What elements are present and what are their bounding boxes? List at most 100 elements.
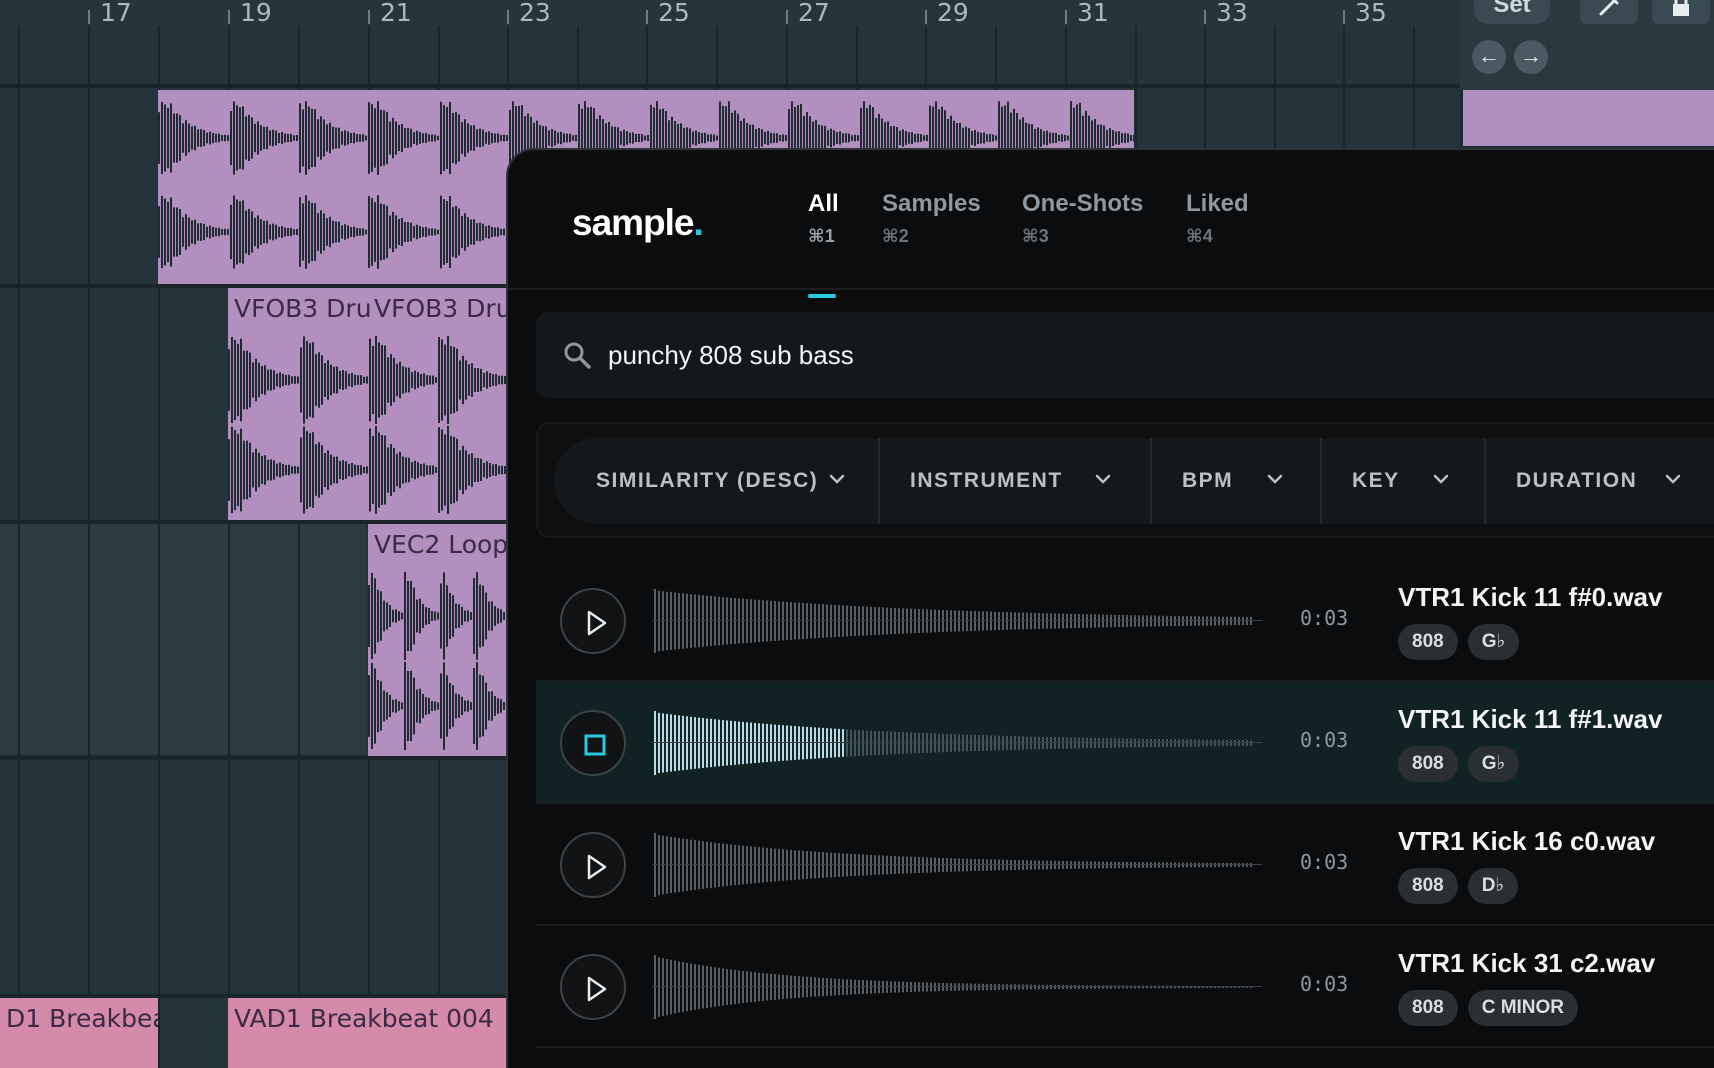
clip-label: D1 Breakbea xyxy=(6,1004,158,1033)
tab-one-shots[interactable]: One-Shots ⌘3 xyxy=(1022,190,1143,247)
search-bar[interactable] xyxy=(536,312,1714,398)
key-tag[interactable]: G♭ xyxy=(1467,746,1520,782)
arrow-left-icon[interactable]: ← xyxy=(1472,40,1506,74)
key-tag[interactable]: C MINOR xyxy=(1467,990,1579,1026)
key-filter-dropdown[interactable]: KEY xyxy=(1322,438,1486,524)
play-button[interactable] xyxy=(560,588,626,654)
sample-waveform[interactable] xyxy=(652,702,1262,784)
ruler-bar-number: 17 xyxy=(100,0,132,27)
tag-list: 808 D♭ xyxy=(1398,868,1519,904)
ruler-bar-number: 35 xyxy=(1355,0,1387,27)
instrument-filter-dropdown[interactable]: INSTRUMENT xyxy=(880,438,1152,524)
sample-row[interactable]: 0:03 VTR1 Kick 31 c2.wav 808 C MINOR xyxy=(536,926,1714,1048)
play-icon xyxy=(587,854,607,880)
ruler-tick xyxy=(786,10,788,24)
instrument-tag[interactable]: 808 xyxy=(1398,990,1458,1026)
draw-tool-icon[interactable] xyxy=(1580,0,1638,24)
set-button[interactable]: Set xyxy=(1474,0,1550,24)
sample-browser-panel: sample. All ⌘1 Samples ⌘2 One-Shots ⌘3 L… xyxy=(506,148,1714,1068)
sample-filename: VTR1 Kick 16 c0.wav xyxy=(1398,826,1656,856)
instrument-tag[interactable]: 808 xyxy=(1398,624,1458,660)
ruler-bar-number: 25 xyxy=(658,0,690,27)
filter-container: SIMILARITY (DESC) INSTRUMENT BPM KEY DUR… xyxy=(536,422,1714,538)
key-tag[interactable]: G♭ xyxy=(1467,624,1520,660)
filter-label: INSTRUMENT xyxy=(910,469,1063,492)
tab-label: Liked xyxy=(1186,190,1249,217)
play-button[interactable] xyxy=(560,832,626,898)
audio-clip-breakbeat[interactable]: D1 Breakbea xyxy=(0,998,158,1068)
grid-line xyxy=(18,26,20,1068)
app-window: 17 19 21 23 25 27 29 31 33 35 VFOB3 Dru … xyxy=(0,0,1714,1068)
arrow-right-icon[interactable]: → xyxy=(1514,40,1548,74)
chevron-down-icon xyxy=(829,474,845,484)
sample-row-playing[interactable]: 0:03 VTR1 Kick 11 f#1.wav 808 G♭ xyxy=(536,682,1714,804)
ruler-tick xyxy=(1065,10,1067,24)
tab-label: One-Shots xyxy=(1022,190,1144,217)
filter-label: SIMILARITY (DESC) xyxy=(596,469,819,492)
instrument-tag[interactable]: 808 xyxy=(1398,868,1458,904)
search-input[interactable] xyxy=(608,330,1408,380)
audio-clip-breakbeat[interactable]: VAD1 Breakbeat 004 xyxy=(228,998,508,1068)
ruler-bar-number: 23 xyxy=(519,0,551,27)
ruler-bar-number: 21 xyxy=(380,0,412,27)
tab-label: All xyxy=(808,190,839,217)
filter-label: DURATION xyxy=(1516,469,1638,492)
sample-row[interactable]: 0:03 VTR1 Kick 11 f#0.wav 808 G♭ xyxy=(536,560,1714,682)
ruler-tick xyxy=(88,10,90,24)
sample-duration: 0:03 xyxy=(1300,728,1349,752)
ruler-tick xyxy=(646,10,648,24)
lock-icon[interactable] xyxy=(1652,0,1710,24)
tab-all[interactable]: All ⌘1 xyxy=(808,190,839,298)
sample-duration: 0:03 xyxy=(1300,972,1349,996)
sample-row[interactable]: 0:03 VTR1 Kick 16 c0.wav 808 D♭ xyxy=(536,804,1714,926)
clip-label: VAD1 Breakbeat 004 xyxy=(234,1004,494,1033)
ruler-tick xyxy=(507,10,509,24)
stop-icon xyxy=(584,734,606,756)
clip-label: VEC2 Loop xyxy=(374,530,508,559)
audio-clip-vec2[interactable]: VEC2 Loop xyxy=(368,524,508,756)
tag-list: 808 G♭ xyxy=(1398,624,1520,660)
track-separator xyxy=(0,84,1460,88)
sample-filename: VTR1 Kick 11 f#0.wav xyxy=(1398,582,1663,612)
clip-label: VFOB3 Dru xyxy=(374,294,508,323)
stop-button[interactable] xyxy=(560,710,626,776)
tab-shortcut: ⌘2 xyxy=(882,226,909,246)
audio-clip[interactable] xyxy=(1463,90,1714,146)
tab-liked[interactable]: Liked ⌘4 xyxy=(1186,190,1249,247)
duration-filter-dropdown[interactable]: DURATION xyxy=(1486,438,1706,524)
ruler-bar-number: 29 xyxy=(937,0,969,27)
tab-shortcut: ⌘1 xyxy=(808,226,835,246)
instrument-tag[interactable]: 808 xyxy=(1398,746,1458,782)
play-button[interactable] xyxy=(560,954,626,1020)
sample-waveform[interactable] xyxy=(652,824,1262,906)
tag-list: 808 C MINOR xyxy=(1398,990,1579,1026)
grid-line xyxy=(88,26,90,1068)
play-icon xyxy=(587,976,607,1002)
header-divider xyxy=(508,288,1714,290)
ruler-bar-number: 19 xyxy=(240,0,272,27)
audio-clip-vfob[interactable]: VFOB3 Dru VFOB3 Dru xyxy=(228,288,508,520)
ruler-bar-number: 27 xyxy=(798,0,830,27)
sample-waveform[interactable] xyxy=(652,946,1262,1028)
sort-similarity-dropdown[interactable]: SIMILARITY (DESC) xyxy=(554,438,880,524)
tab-label: Samples xyxy=(882,190,981,217)
chevron-down-icon xyxy=(1095,474,1111,484)
ruler-bar-number: 31 xyxy=(1077,0,1109,27)
tab-samples[interactable]: Samples ⌘2 xyxy=(882,190,981,247)
active-tab-indicator xyxy=(808,294,836,298)
ruler-tick xyxy=(925,10,927,24)
chevron-down-icon xyxy=(1433,474,1449,484)
tab-shortcut: ⌘4 xyxy=(1186,226,1213,246)
bpm-filter-dropdown[interactable]: BPM xyxy=(1152,438,1322,524)
sample-filename: VTR1 Kick 11 f#1.wav xyxy=(1398,704,1663,734)
ruler-tick xyxy=(1204,10,1206,24)
timeline-ruler[interactable]: 17 19 21 23 25 27 29 31 33 35 xyxy=(0,0,1460,27)
sample-waveform[interactable] xyxy=(652,580,1262,662)
chevron-down-icon xyxy=(1267,474,1283,484)
sample-filename: VTR1 Kick 31 c2.wav xyxy=(1398,948,1656,978)
filter-bar: SIMILARITY (DESC) INSTRUMENT BPM KEY DUR… xyxy=(554,438,1714,524)
key-tag[interactable]: D♭ xyxy=(1467,868,1519,904)
search-icon xyxy=(564,342,591,369)
filter-label: KEY xyxy=(1352,469,1400,492)
chevron-down-icon xyxy=(1665,474,1681,484)
